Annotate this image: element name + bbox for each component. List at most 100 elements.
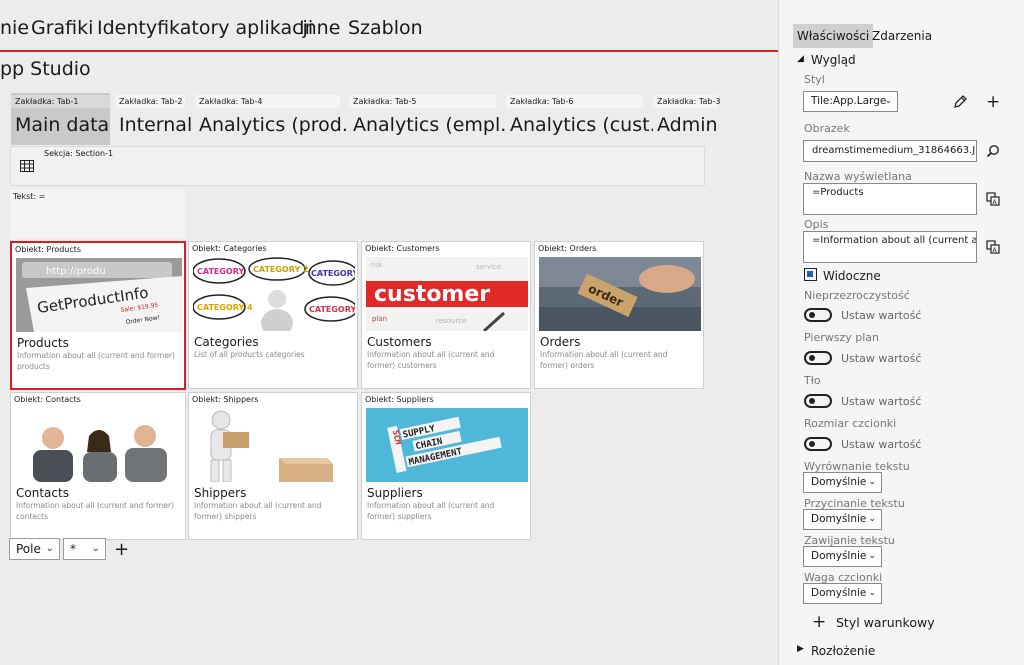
opacity-toggle[interactable] <box>804 308 832 322</box>
tile-description: Information about all (current and forme… <box>194 501 322 521</box>
checkbox-check-icon <box>807 271 813 277</box>
chevron-down-icon: ⌄ <box>45 543 54 554</box>
tab-label: Analytics (empl.) <box>353 114 514 136</box>
category-label-2: CATEGORY 2 <box>253 265 309 274</box>
tab-properties[interactable]: Właściwości <box>793 24 874 48</box>
customers-image-word: customer <box>374 282 490 307</box>
opacity-set-value: Ustaw wartość <box>841 309 922 322</box>
tab-caption: Zakładka: Tab-2 <box>115 95 185 108</box>
field-select[interactable]: Pole ⌄ <box>9 538 60 560</box>
text-align-select[interactable]: Domyślnie ⌄ <box>803 472 882 493</box>
tile-caption: Obiekt: Products <box>15 245 82 254</box>
menu-item-grafiki[interactable]: Grafiki <box>31 17 93 39</box>
tile-description: List of all products categories <box>194 350 305 359</box>
tile-customers[interactable]: Obiekt: Customers risk service customer … <box>361 241 531 389</box>
add-conditional-style-icon[interactable]: + <box>812 612 826 632</box>
tab-analytics-prod[interactable]: Zakładka: Tab-4 Analytics (prod.) <box>195 93 355 145</box>
display-name-label: Nazwa wyświetlana <box>804 170 912 183</box>
tile-categories[interactable]: Obiekt: Categories CATEGORY CATEGORY 2 C… <box>188 241 358 389</box>
text-clip-select[interactable]: Domyślnie ⌄ <box>803 509 882 530</box>
tab-internal[interactable]: Zakładka: Tab-2 Internal <box>115 93 192 145</box>
chevron-down-icon: ⌄ <box>91 543 100 554</box>
display-name-field[interactable]: =Products <box>803 183 977 215</box>
tile-caption: Obiekt: Categories <box>192 244 267 253</box>
tab-caption: Zakładka: Tab-5 <box>349 95 496 108</box>
tile-contacts[interactable]: Obiekt: Contacts Contacts Information ab… <box>10 392 186 540</box>
category-label-5: CATEGORY 5 <box>309 305 355 314</box>
tile-caption: Obiekt: Shippers <box>192 395 259 404</box>
tile-caption: Obiekt: Suppliers <box>365 395 434 404</box>
tile-title: Shippers <box>194 486 247 500</box>
chevron-down-icon: ⌄ <box>868 477 876 487</box>
tile-suppliers[interactable]: Obiekt: Suppliers SUPPLY CHAIN MANAGEMEN… <box>361 392 531 540</box>
category-label-4: CATEGORY 4 <box>197 303 253 312</box>
text-caption: Tekst: = <box>13 192 46 201</box>
tab-caption: Zakładka: Tab-4 <box>195 95 340 108</box>
text-wrap-value: Domyślnie <box>811 550 867 562</box>
tab-label: Main data <box>15 114 110 136</box>
shippers-image <box>193 408 355 482</box>
style-select-value: Tile:App.Large <box>811 95 887 107</box>
background-set-value: Ustaw wartość <box>841 395 922 408</box>
text-clip-value: Domyślnie <box>811 513 867 525</box>
table-grid-icon[interactable] <box>20 160 34 172</box>
foreground-toggle[interactable] <box>804 351 832 365</box>
visible-checkbox[interactable] <box>804 268 817 281</box>
tile-description: Information about all (current and forme… <box>17 351 175 371</box>
search-icon[interactable] <box>986 144 1000 158</box>
translate-icon[interactable]: A <box>986 192 1000 206</box>
description-field[interactable]: =Information about all (current and <box>803 231 977 263</box>
tab-admin[interactable]: Zakładka: Tab-3 Admin <box>653 93 720 145</box>
group-layout-header[interactable]: Rozłożenie <box>811 644 875 658</box>
style-label: Styl <box>804 73 825 86</box>
tile-description: Information about all (current and forme… <box>367 350 495 370</box>
translate-icon[interactable]: A <box>986 240 1000 254</box>
tile-products[interactable]: Obiekt: Products http://produ GetProduct… <box>10 241 186 390</box>
tile-title: Contacts <box>16 486 69 500</box>
section-1[interactable] <box>10 146 705 186</box>
toggle-knob <box>809 312 815 318</box>
tab-label: Internal <box>119 114 193 136</box>
chevron-down-icon: ⌄ <box>868 588 876 598</box>
menu-item-nie[interactable]: nie <box>0 17 29 39</box>
text-wrap-select[interactable]: Domyślnie ⌄ <box>803 546 882 567</box>
tab-main-data[interactable]: Zakładka: Tab-1 Main data <box>11 93 110 145</box>
description-label: Opis <box>804 218 829 231</box>
tab-caption: Zakładka: Tab-1 <box>11 95 110 108</box>
chevron-down-icon: ⌄ <box>884 96 892 106</box>
conditional-style-button[interactable]: Styl warunkowy <box>836 615 935 630</box>
font-size-set-value: Ustaw wartość <box>841 438 922 451</box>
style-select[interactable]: Tile:App.Large ⌄ <box>803 91 898 112</box>
font-weight-value: Domyślnie <box>811 587 867 599</box>
background-label: Tło <box>804 374 821 387</box>
tile-shippers[interactable]: Obiekt: Shippers Shippers Information ab… <box>188 392 358 540</box>
tile-title: Products <box>17 336 69 350</box>
category-label-1: CATEGORY <box>197 267 244 276</box>
category-label-3: CATEGORY 3 <box>311 269 355 278</box>
menu-item-inne[interactable]: Inne <box>299 17 340 39</box>
add-style-button[interactable]: + <box>986 92 1000 112</box>
menu-item-identyfikatory[interactable]: Identyfikatory aplikacji <box>97 17 313 39</box>
operator-select[interactable]: * ⌄ <box>63 538 106 560</box>
tab-events[interactable]: Zdarzenia <box>868 24 936 48</box>
tab-caption: Zakładka: Tab-3 <box>653 95 720 108</box>
collapse-triangle-icon[interactable]: ◢ <box>797 54 804 64</box>
tile-title: Categories <box>194 335 259 349</box>
customers-image: risk service customer plan resource <box>366 257 528 331</box>
svg-text:service: service <box>476 263 501 271</box>
expand-triangle-icon[interactable]: ▶ <box>797 644 804 654</box>
orders-image: order <box>539 257 701 331</box>
tab-analytics-cust[interactable]: Zakładka: Tab-6 Analytics (cust.) <box>506 93 663 145</box>
toggle-knob <box>809 398 815 404</box>
background-toggle[interactable] <box>804 394 832 408</box>
tile-orders[interactable]: Obiekt: Orders order Orders Information … <box>534 241 704 389</box>
foreground-label: Pierwszy plan <box>804 331 879 344</box>
font-weight-select[interactable]: Domyślnie ⌄ <box>803 583 882 604</box>
tab-analytics-empl[interactable]: Zakładka: Tab-5 Analytics (empl.) <box>349 93 514 145</box>
edit-pencil-icon[interactable] <box>953 95 967 109</box>
image-field[interactable]: dreamstimemedium_31864663.JPG <box>803 140 977 162</box>
add-condition-button[interactable]: + <box>114 541 129 559</box>
font-size-toggle[interactable] <box>804 437 832 451</box>
menu-item-szablon[interactable]: Szablon <box>348 17 423 39</box>
group-look-header[interactable]: Wygląd <box>811 53 856 67</box>
